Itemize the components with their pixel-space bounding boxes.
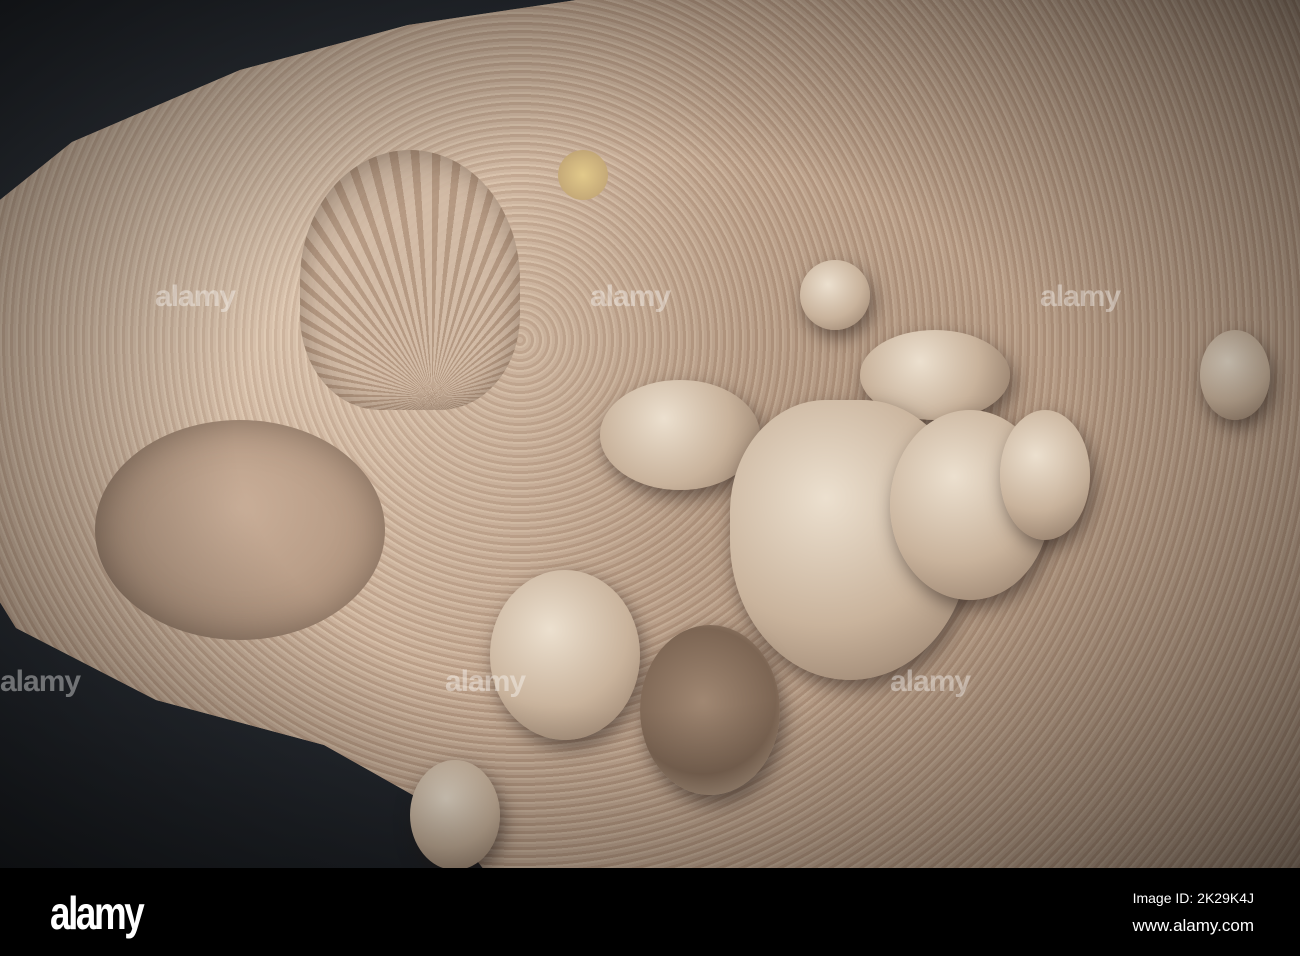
gastropod-fossil [410,760,500,868]
shell-mold-impression [95,420,385,640]
watermark: alamy [445,665,526,698]
watermark: alamy [0,665,81,698]
footer-bar: alamy Image ID: 2K29K4J www.alamy.com [0,868,1300,956]
yellow-shell-fragment [558,150,608,200]
watermark: alamy [590,280,671,313]
gastropod-fossil [800,260,870,330]
gastropod-fossil [1200,330,1270,420]
gastropod-fossil [490,570,640,740]
watermark: alamy [1040,280,1121,313]
gastropod-fossil [1000,410,1090,540]
alamy-logo: alamy [50,887,145,939]
site-url: www.alamy.com [1132,916,1254,935]
watermark: alamy [890,665,971,698]
watermark: alamy [155,280,236,313]
image-id: Image ID: 2K29K4J [1132,890,1254,906]
scallop-fossil-impression [300,150,520,410]
gastropod-fossil [640,625,780,795]
fossil-rock-photo: alamy alamy alamy alamy alamy alamy [0,0,1300,868]
